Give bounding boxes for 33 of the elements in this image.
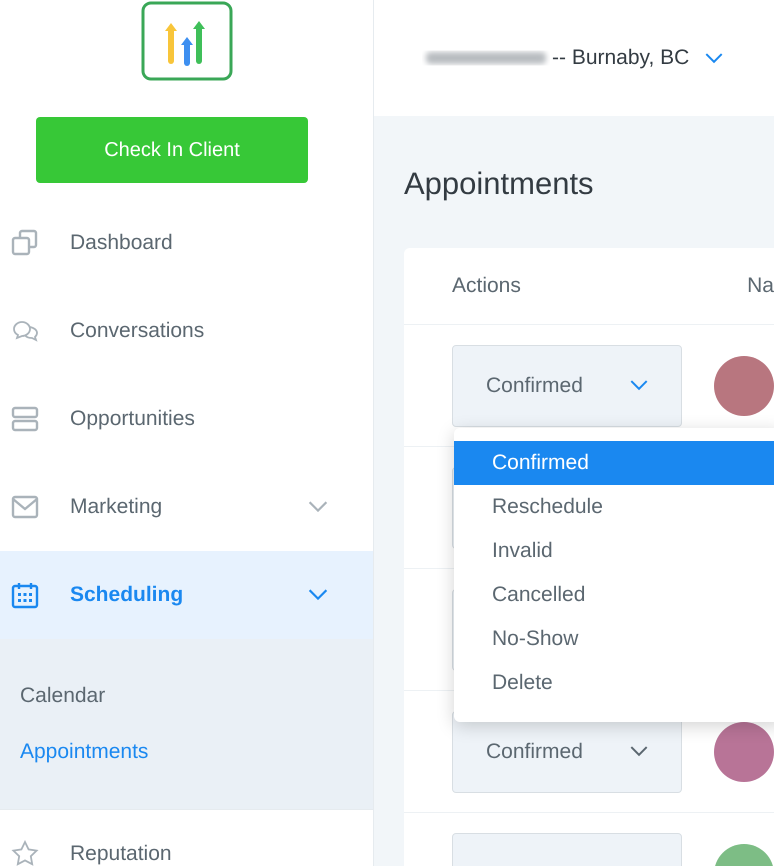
mail-icon bbox=[11, 493, 39, 521]
page-title: Appointments bbox=[404, 166, 595, 202]
nav-item[interactable]: Opportunities bbox=[0, 375, 373, 463]
chevron-down-icon bbox=[705, 52, 724, 64]
dropdown-option[interactable]: Cancelled bbox=[454, 573, 774, 617]
calendar-icon bbox=[11, 581, 39, 609]
nav-item[interactable]: Marketing bbox=[0, 463, 373, 551]
dropdown-option[interactable]: Reschedule bbox=[454, 485, 774, 529]
chevron-down-icon bbox=[630, 380, 648, 391]
dropdown-option[interactable]: Invalid bbox=[454, 529, 774, 573]
star-icon bbox=[11, 840, 39, 866]
nav-item[interactable]: Dashboard bbox=[0, 199, 373, 287]
nav-label: Conversations bbox=[70, 318, 204, 344]
nav-label: Dashboard bbox=[70, 230, 173, 256]
stacked-bars-icon bbox=[11, 405, 39, 433]
nav-item[interactable]: Conversations bbox=[0, 287, 373, 375]
dropdown-option[interactable]: No-Show bbox=[454, 617, 774, 661]
copy-icon bbox=[11, 229, 39, 257]
nav-item[interactable]: Reputation bbox=[0, 810, 373, 866]
status-select[interactable]: Confirmed bbox=[452, 344, 682, 426]
nav-label: Reputation bbox=[70, 841, 172, 866]
dropdown-option[interactable]: Delete bbox=[454, 661, 774, 705]
nav-label: Marketing bbox=[70, 494, 162, 520]
dropdown-option[interactable]: Confirmed bbox=[454, 441, 774, 485]
column-header: Actions bbox=[452, 273, 522, 300]
location-selector[interactable]: -- Burnaby, BC bbox=[422, 42, 724, 74]
nav-label: Opportunities bbox=[70, 406, 195, 432]
submenu-item[interactable]: Calendar bbox=[0, 683, 373, 709]
nav-item[interactable]: Scheduling bbox=[0, 551, 373, 639]
chevron-down-icon bbox=[630, 746, 648, 757]
submenu-item[interactable]: Appointments bbox=[0, 739, 373, 765]
nav-label: Scheduling bbox=[70, 582, 184, 608]
column-header: Na bbox=[747, 273, 774, 300]
